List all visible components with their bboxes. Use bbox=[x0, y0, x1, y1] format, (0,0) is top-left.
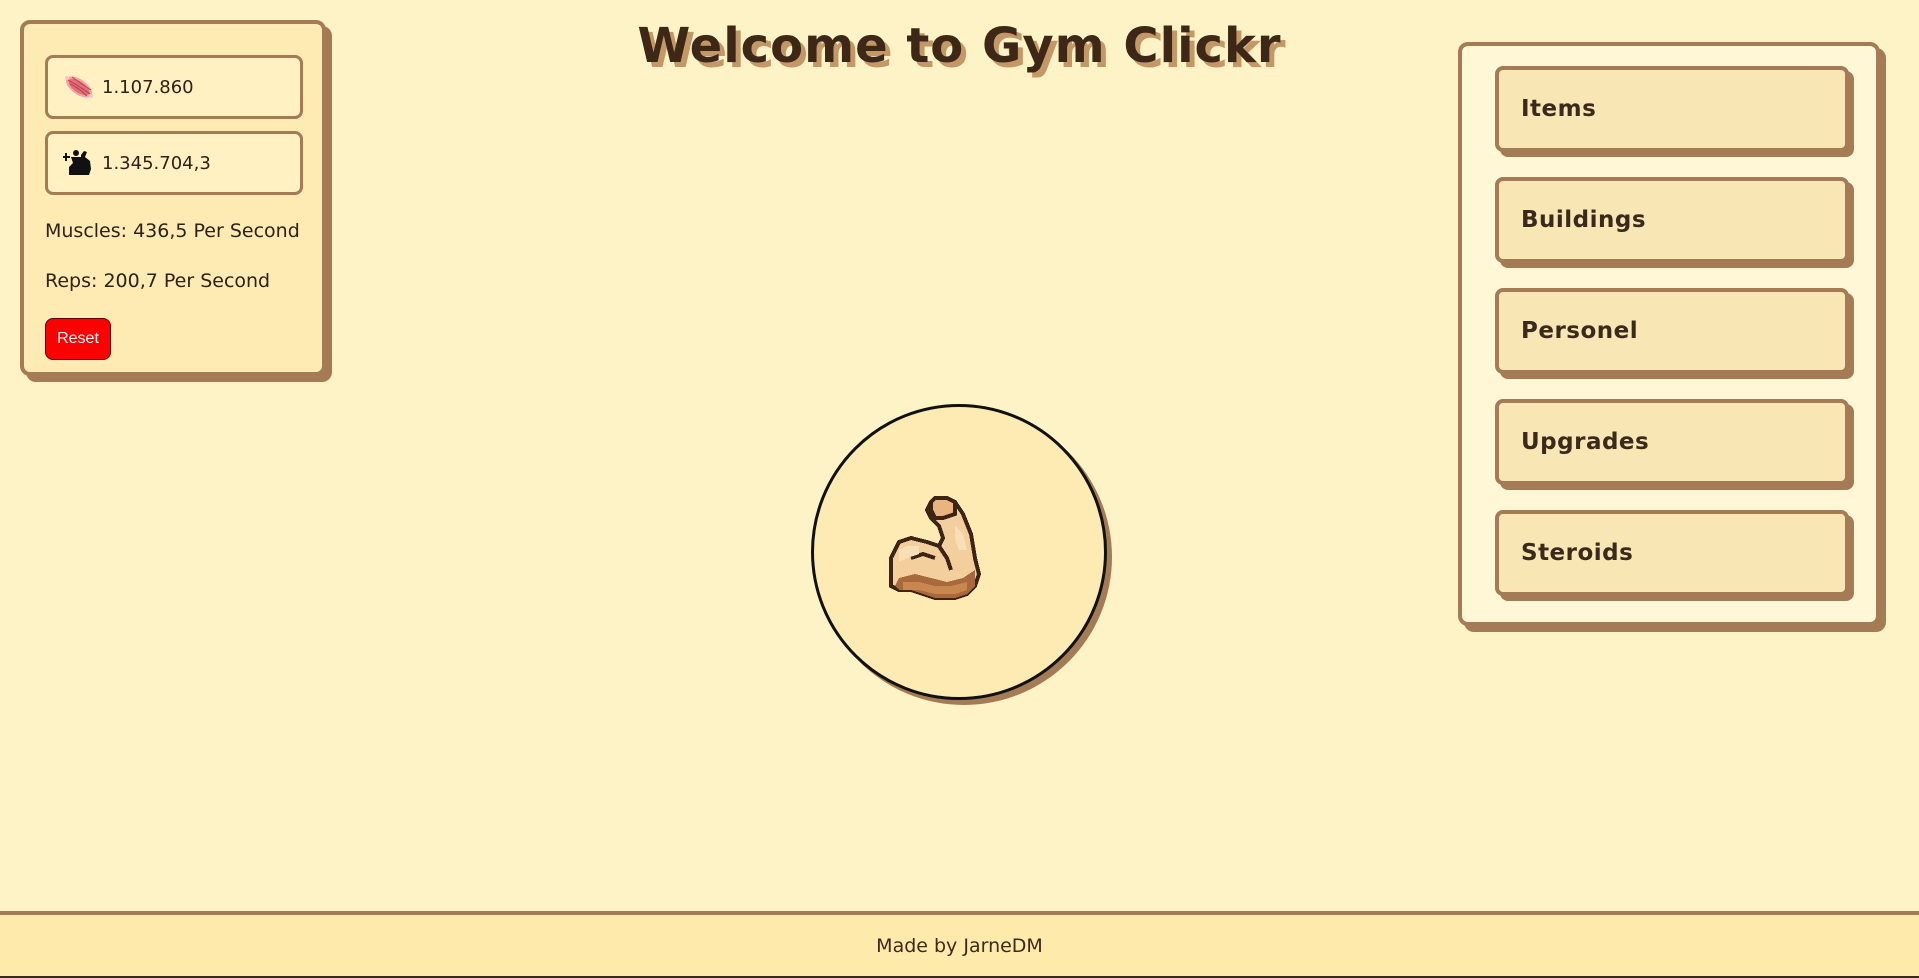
muscle-fiber-icon bbox=[62, 70, 96, 104]
menu-items-button[interactable]: Items bbox=[1495, 66, 1849, 152]
menu-buildings-button[interactable]: Buildings bbox=[1495, 177, 1849, 263]
reset-button[interactable]: Reset bbox=[45, 318, 111, 360]
flexed-bicep-icon bbox=[887, 478, 1031, 626]
shop-menu-panel: Items Buildings Personel Upgrades Steroi… bbox=[1458, 42, 1880, 626]
footer-credit: Made by JarneDM bbox=[876, 934, 1043, 957]
menu-personel-button[interactable]: Personel bbox=[1495, 288, 1849, 374]
footer: Made by JarneDM bbox=[0, 911, 1919, 978]
reps-counter: 1.345.704,3 bbox=[45, 131, 303, 195]
reps-per-second: Reps: 200,7 Per Second bbox=[45, 270, 271, 292]
flexing-bodybuilder-icon bbox=[62, 146, 96, 180]
reps-count: 1.345.704,3 bbox=[102, 152, 211, 174]
clicker-button[interactable] bbox=[811, 404, 1107, 700]
muscles-per-second: Muscles: 436,5 Per Second bbox=[45, 220, 300, 242]
menu-upgrades-button[interactable]: Upgrades bbox=[1495, 399, 1849, 485]
menu-steroids-button[interactable]: Steroids bbox=[1495, 510, 1849, 596]
muscles-count: 1.107.860 bbox=[102, 76, 194, 98]
